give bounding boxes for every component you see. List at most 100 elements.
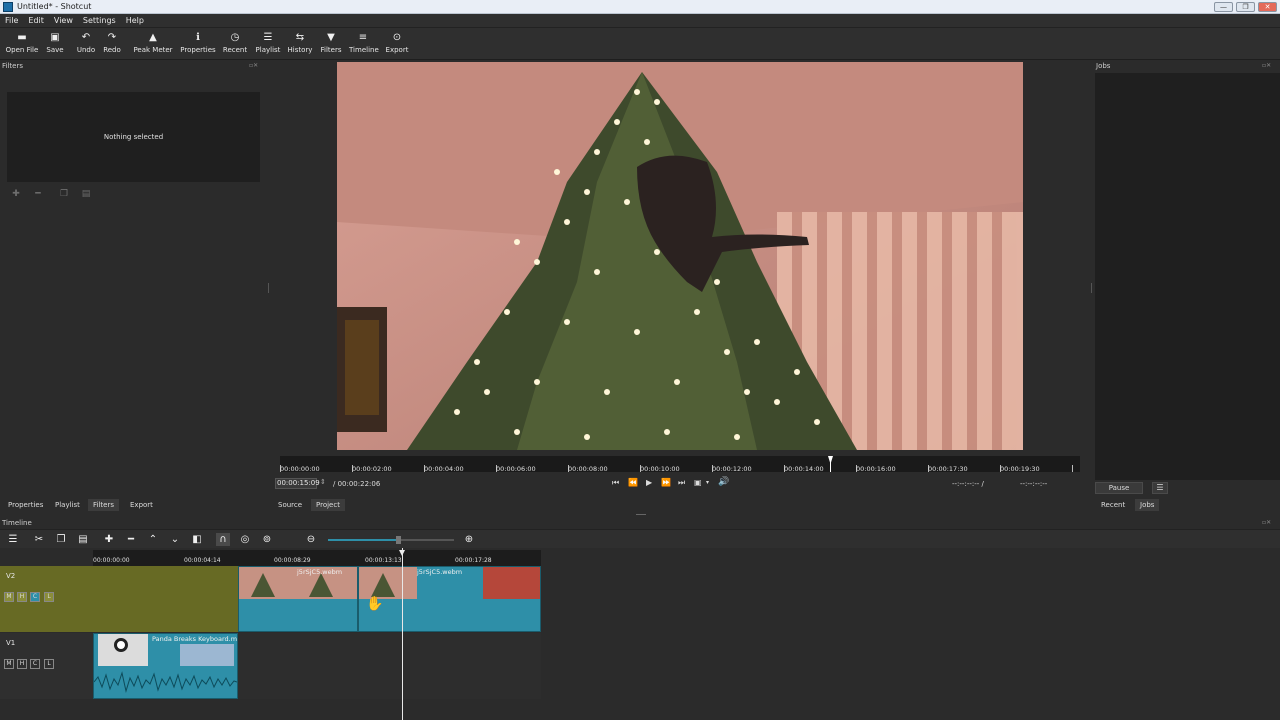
peak-meter-button[interactable]: ▲ Peak Meter	[133, 31, 173, 54]
timeline-tick: 00:00:17:28	[455, 557, 492, 564]
save-button[interactable]: ▣ Save	[44, 31, 66, 54]
history-button[interactable]: ⇆ History	[287, 31, 313, 54]
ripple-icon[interactable]: ⊚	[260, 533, 274, 546]
tab-source[interactable]: Source	[278, 501, 302, 509]
menu-help[interactable]: Help	[121, 14, 149, 28]
timecode-field[interactable]: 00:00:15:09	[275, 478, 320, 489]
ruler-tick: 00:00:00:00	[280, 465, 320, 473]
paste-icon[interactable]: ▤	[76, 533, 90, 546]
peak-meter-icon: ▲	[149, 32, 157, 43]
snap-icon[interactable]: ∩	[216, 533, 230, 546]
timeline-playhead[interactable]	[402, 548, 403, 720]
split-icon[interactable]: ◧	[190, 533, 204, 546]
filters-dock-buttons[interactable]: ▫✕	[249, 62, 258, 69]
composite-button[interactable]: C	[30, 659, 40, 669]
lock-button[interactable]: L	[44, 592, 54, 602]
timeline-panel-title: Timeline	[2, 519, 32, 527]
skip-previous-icon[interactable]: ⏮	[612, 478, 619, 488]
remove-icon[interactable]: ━	[124, 533, 138, 546]
tab-playlist[interactable]: Playlist	[55, 501, 80, 509]
tab-project[interactable]: Project	[311, 499, 345, 511]
track-header-v1[interactable]: V1 M H C L	[0, 633, 93, 699]
open-file-button[interactable]: ▬ Open File	[5, 31, 39, 54]
ruler-tick: 00:00:04:00	[424, 465, 464, 473]
hide-button[interactable]: H	[17, 659, 27, 669]
zoom-slider-handle[interactable]	[396, 536, 401, 544]
add-filter-icon[interactable]: ✚	[10, 188, 22, 200]
volume-icon[interactable]: 🔊	[718, 477, 729, 487]
tab-jobs[interactable]: Jobs	[1135, 499, 1160, 511]
zoom-dropdown-icon[interactable]: ▾	[706, 479, 709, 486]
overwrite-icon[interactable]: ⌄	[168, 533, 182, 546]
paste-filter-icon[interactable]: ▤	[80, 188, 92, 200]
remove-filter-icon[interactable]: ━	[32, 188, 44, 200]
pause-button[interactable]: Pause	[1095, 482, 1143, 494]
redo-button[interactable]: ↷ Redo	[101, 31, 123, 54]
clip-v2-2[interactable]: j5rSjC5.webm	[358, 566, 541, 632]
zoom-out-icon[interactable]: ⊖	[304, 533, 318, 546]
rewind-icon[interactable]: ⏪	[628, 478, 638, 487]
recent-button[interactable]: ◷ Recent	[222, 31, 248, 54]
jobs-menu-icon[interactable]: ☰	[1152, 482, 1168, 494]
menu-view[interactable]: View	[49, 14, 78, 28]
zoom-icon[interactable]: ▣	[694, 478, 702, 487]
filter-icon: ▼	[327, 32, 335, 43]
in-point-text: --:--:--:-- /	[952, 480, 984, 488]
tab-recent[interactable]: Recent	[1101, 501, 1125, 509]
properties-button[interactable]: ℹ Properties	[179, 31, 217, 54]
timeline-icon: ≡	[358, 32, 368, 43]
tree-thumbnail	[251, 573, 275, 597]
timeline-menu-icon[interactable]: ☰	[6, 533, 20, 546]
track-header-v2[interactable]: V2 M H C L	[0, 566, 93, 632]
hide-button[interactable]: H	[17, 592, 27, 602]
mute-button[interactable]: M	[4, 592, 14, 602]
cut-icon[interactable]: ✂	[32, 533, 46, 546]
append-icon[interactable]: ✚	[102, 533, 116, 546]
clip-v2-1[interactable]: j5rSjC5.webm	[238, 566, 358, 632]
open-file-icon: ▬	[17, 32, 27, 43]
filters-button[interactable]: ▼ Filters	[319, 31, 343, 54]
lift-icon[interactable]: ⌃	[146, 533, 160, 546]
play-icon[interactable]: ▶	[646, 478, 652, 487]
timeline-ruler[interactable]: 00:00:00:00 00:00:04:14 00:00:08:29 00:0…	[93, 550, 541, 566]
jobs-dock-buttons[interactable]: ▫✕	[1262, 62, 1271, 69]
close-button[interactable]: ✕	[1258, 2, 1277, 12]
track-name: V1	[6, 639, 16, 647]
right-splitter-handle[interactable]	[1091, 283, 1092, 293]
zoom-in-icon[interactable]: ⊕	[462, 533, 476, 546]
clip-v1-1[interactable]: Panda Breaks Keyboard.m	[93, 633, 238, 699]
player-ruler[interactable]: 00:00:00:00 00:00:02:00 00:00:04:00 00:0…	[280, 456, 1080, 473]
mute-button[interactable]: M	[4, 659, 14, 669]
dock-splitter-handle[interactable]	[636, 514, 646, 515]
skip-next-icon[interactable]: ⏭	[678, 478, 685, 488]
splitter-handle[interactable]	[268, 283, 269, 293]
undo-icon: ↶	[81, 32, 91, 43]
tab-export[interactable]: Export	[130, 501, 153, 509]
menu-edit[interactable]: Edit	[23, 14, 49, 28]
copy-filter-icon[interactable]: ❐	[58, 188, 70, 200]
zoom-slider-fill	[328, 539, 398, 541]
menu-bar: File Edit View Settings Help	[0, 14, 1280, 28]
history-icon: ⇆	[295, 32, 305, 43]
undo-button[interactable]: ↶ Undo	[75, 31, 97, 54]
tab-properties[interactable]: Properties	[8, 501, 43, 509]
export-button[interactable]: ⊙ Export	[384, 31, 410, 54]
menu-settings[interactable]: Settings	[78, 14, 121, 28]
composite-button[interactable]: C	[30, 592, 40, 602]
track-v2-gap[interactable]	[93, 566, 238, 632]
fast-forward-icon[interactable]: ⏩	[661, 478, 671, 487]
timecode-spinner-icon[interactable]: ⇕	[320, 478, 326, 486]
timeline-button[interactable]: ≡ Timeline	[349, 31, 379, 54]
copy-icon[interactable]: ❐	[54, 533, 68, 546]
lock-button[interactable]: L	[44, 659, 54, 669]
menu-file[interactable]: File	[0, 14, 23, 28]
tab-filters[interactable]: Filters	[88, 499, 119, 511]
maximize-button[interactable]: ❐	[1236, 2, 1255, 12]
timeline-label: Timeline	[349, 46, 379, 54]
info-icon: ℹ	[196, 32, 200, 43]
zoom-slider[interactable]	[328, 536, 454, 544]
minimize-button[interactable]: —	[1214, 2, 1233, 12]
timeline-dock-buttons[interactable]: ▫✕	[1262, 519, 1271, 526]
playlist-button[interactable]: ☰ Playlist	[254, 31, 282, 54]
scrub-icon[interactable]: ◎	[238, 533, 252, 546]
